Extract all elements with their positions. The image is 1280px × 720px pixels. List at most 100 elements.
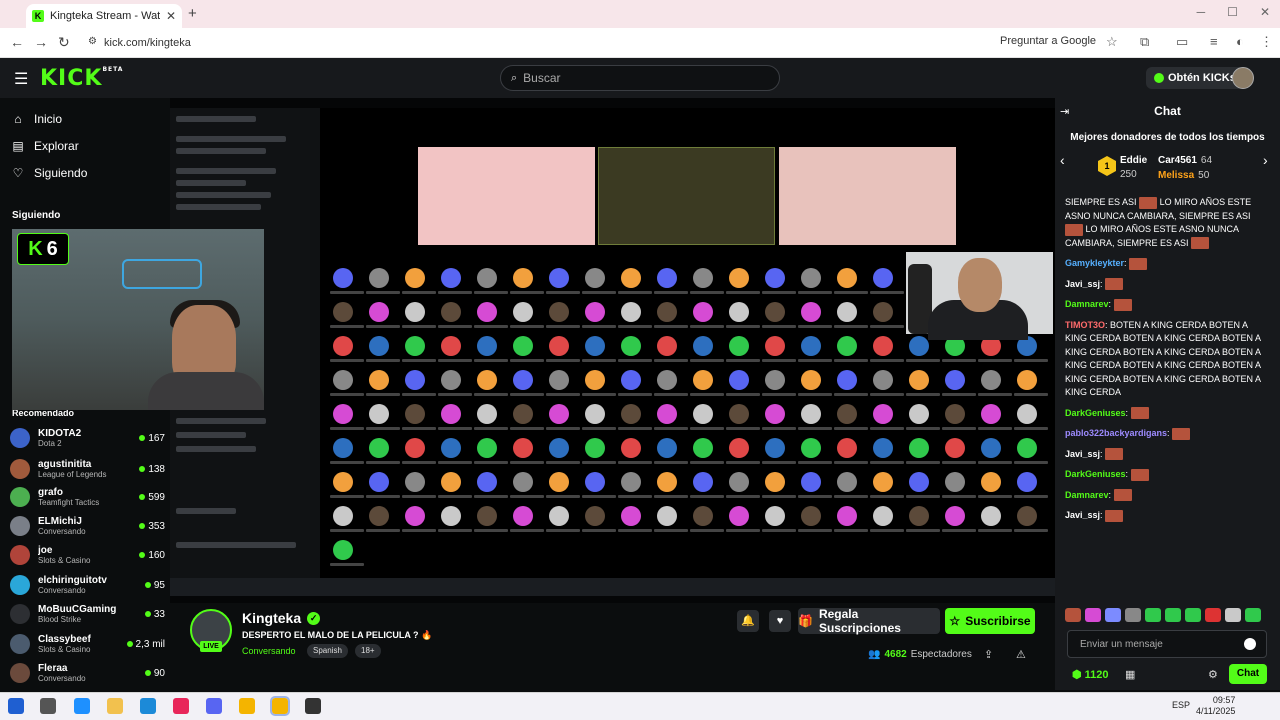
chat-username[interactable]: Damnarev [1065,490,1109,500]
chat-message-input[interactable]: Enviar un mensaje [1067,630,1267,658]
chat-username[interactable]: DarkGeniuses [1065,408,1126,418]
emote-icon[interactable] [1085,608,1101,622]
bookmark-star-icon[interactable]: ☆ [1106,34,1118,50]
chat-settings-icon[interactable]: ⚙ [1208,668,1218,681]
prediction-icon[interactable]: ▦ [1125,668,1135,681]
emote-icon[interactable] [1225,608,1241,622]
emote-icon[interactable] [1065,608,1081,622]
subscribe-button[interactable]: ☆ Suscribirse [945,608,1035,634]
chevron-right-icon[interactable]: › [1263,152,1268,168]
chat-username[interactable]: Javi_ssj [1065,510,1100,520]
tag-age[interactable]: 18+ [355,644,381,658]
chrome-icon[interactable] [239,698,255,714]
kicks-balance[interactable]: ⬢ 1120 [1072,668,1109,681]
recommended-channel[interactable]: Fleraa Conversando 90 [10,659,165,687]
recommended-channel[interactable]: agustinitita League of Legends 138 [10,455,165,483]
obs-icon[interactable] [305,698,321,714]
channel-name: Classybeef [38,634,91,645]
reload-icon[interactable]: ↻ [58,34,70,51]
browser-menu-icon[interactable]: ⋮ [1260,34,1273,50]
streamer-name[interactable]: Kingteka ✓ [242,610,321,626]
audience-avatar [369,472,389,492]
chat-username[interactable]: Gamykleykter [1065,258,1124,268]
forward-icon[interactable]: → [34,34,48,50]
recommended-channel[interactable]: elchiringuitotv Conversando 95 [10,571,165,599]
report-icon[interactable]: ⚠ [1016,648,1026,661]
channel-category: League of Legends [38,470,107,479]
audience-avatar [549,404,569,424]
media-icon[interactable]: ≡ [1210,34,1218,49]
chrome-active-icon[interactable] [270,696,290,716]
gift-subs-label: Regala Suscripciones [818,607,901,635]
audience-name [366,427,400,430]
emote-icon[interactable] [1105,608,1121,622]
profile-sync-icon[interactable]: ◐ [1236,34,1244,49]
new-tab-button[interactable]: + [188,5,197,22]
search-input[interactable]: ⌕ Buscar [500,65,780,91]
chat-username[interactable]: DarkGeniuses [1065,469,1126,479]
keyboard-language[interactable]: ESP [1172,700,1190,710]
emote-icon[interactable] [1185,608,1201,622]
chat-username[interactable]: Javi_ssj [1065,449,1100,459]
site-info-icon[interactable]: ⚙ [88,36,97,47]
minimize-icon[interactable]: ─ [1197,5,1206,19]
close-window-icon[interactable]: ✕ [1260,5,1270,19]
kick-logo[interactable]: KICKBETA [40,66,123,91]
audience-name [762,325,796,328]
emote-icon[interactable] [1165,608,1181,622]
channel-avatar [10,604,30,624]
send-chat-button[interactable]: Chat [1229,664,1267,684]
emote-icon[interactable] [1245,608,1261,622]
audience-name [1014,393,1048,396]
recommended-channel[interactable]: grafo Teamfight Tactics 599 [10,483,165,511]
emote-icon[interactable] [1205,608,1221,622]
file-explorer-icon[interactable] [107,698,123,714]
notification-bell-icon[interactable]: 🔔 [737,610,759,632]
browser-tab[interactable]: K Kingteka Stream - Watch Li ✕ [26,4,182,28]
get-kicks-button[interactable]: Obtén KICKs [1146,67,1244,89]
copilot-icon[interactable] [74,698,90,714]
recommended-channel[interactable]: ELMichiJ Conversando 353 [10,512,165,540]
maximize-icon[interactable]: ☐ [1227,5,1238,19]
chat-username[interactable]: Damnarev [1065,299,1109,309]
url-field[interactable]: kick.com/kingteka [84,32,994,54]
viewer-count: 160 [139,550,165,561]
emoji-picker-icon[interactable] [1244,638,1256,650]
hamburger-menu-icon[interactable]: ☰ [14,69,28,89]
tiktok-icon[interactable] [173,698,189,714]
chat-username[interactable]: pablo322backyardigans [1065,428,1167,438]
follow-heart-icon[interactable]: ♥ [769,610,791,632]
recommended-channel[interactable]: Classybeef Slots & Casino 2,3 mil [10,630,165,658]
recommended-channel[interactable]: MoBuuCGaming Blood Strike 33 [10,600,165,628]
audience-name [582,495,616,498]
chat-username[interactable]: Javi_ssj [1065,279,1100,289]
recommended-channel[interactable]: KIDOTA2 Dota 2 167 [10,424,165,452]
system-clock[interactable]: 09:57 4/11/2025 [1196,695,1235,717]
recommended-channel[interactable]: joe Slots & Casino 160 [10,541,165,569]
tag-language[interactable]: Spanish [307,644,348,658]
chevron-left-icon[interactable]: ‹ [1060,152,1065,168]
discord-icon[interactable] [206,698,222,714]
audience-name [798,495,832,498]
nav-inicio[interactable]: ⌂ Inicio [12,112,62,126]
gift-subs-button[interactable]: 🎁 Regala Suscripciones [798,607,940,635]
edge-browser-icon[interactable] [140,698,156,714]
cast-icon[interactable]: ▭ [1176,34,1188,50]
windows-start-icon[interactable] [8,698,24,714]
stream-category[interactable]: Conversando [242,646,296,656]
task-view-icon[interactable] [40,698,56,714]
user-avatar[interactable] [1232,67,1254,89]
close-tab-icon[interactable]: ✕ [166,9,176,23]
emote-icon[interactable] [1145,608,1161,622]
nav-explorar[interactable]: ▤ Explorar [12,139,78,153]
back-icon[interactable]: ← [10,34,24,50]
share-icon[interactable]: ⇪ [984,648,993,661]
nav-siguiendo[interactable]: ♡ Siguiendo [12,166,88,180]
audience-avatar [513,302,533,322]
audience-avatar [441,438,461,458]
ask-google-button[interactable]: Preguntar a Google [1000,35,1096,47]
video-speaker-tile [598,147,775,245]
chat-username[interactable]: TIMOT3O [1065,320,1105,330]
extensions-icon[interactable]: ⧉ [1140,34,1149,50]
emote-icon[interactable] [1125,608,1141,622]
